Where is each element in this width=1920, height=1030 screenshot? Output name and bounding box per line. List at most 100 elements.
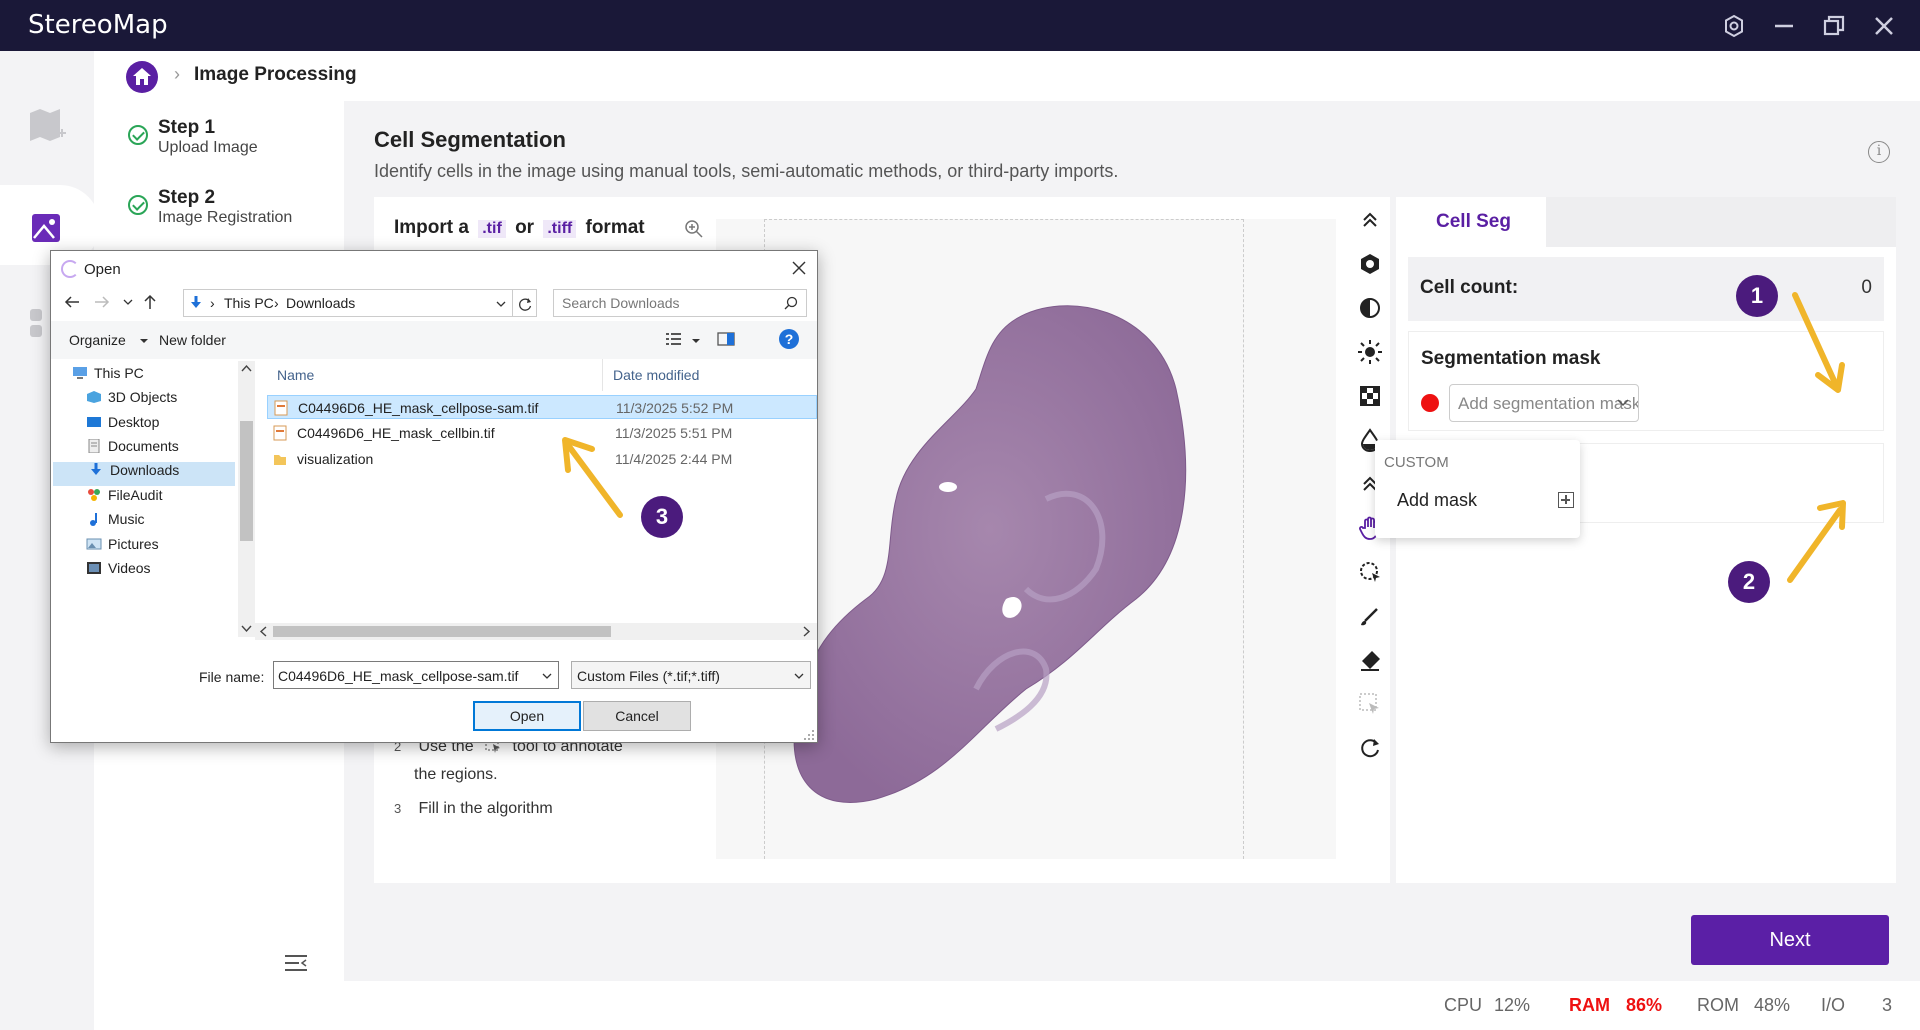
refresh-button[interactable] — [513, 289, 537, 317]
address-segment[interactable]: Downloads — [286, 295, 355, 311]
address-segment[interactable]: This PC — [224, 295, 274, 311]
close-icon[interactable] — [1870, 12, 1898, 40]
nav-documents[interactable]: Documents — [86, 438, 179, 462]
info-icon[interactable]: i — [1868, 141, 1890, 163]
new-folder-button[interactable]: New folder — [159, 332, 226, 348]
tif-file-icon — [273, 425, 287, 441]
recent-locations-icon[interactable] — [119, 293, 137, 311]
minimize-icon[interactable] — [1770, 12, 1798, 40]
settings-icon[interactable] — [1720, 12, 1748, 40]
nav-3d-objects[interactable]: 3D Objects — [86, 389, 177, 413]
resize-grip-icon[interactable] — [803, 729, 815, 741]
file-name-input[interactable]: C04496D6_HE_mask_cellpose-sam.tif — [273, 661, 559, 689]
file-type-select[interactable]: Custom Files (*.tif;*.tiff) — [571, 661, 811, 689]
restore-icon[interactable] — [1820, 12, 1848, 40]
scroll-down-icon[interactable] — [241, 625, 252, 633]
tab-cell-seg[interactable]: Cell Seg — [1396, 197, 1546, 247]
file-row[interactable]: C04496D6_HE_mask_cellpose-sam.tif 11/3/2… — [267, 395, 817, 419]
step-subtitle: Image Registration — [158, 209, 293, 226]
chevron-down-icon[interactable] — [542, 671, 552, 681]
nav-music[interactable]: Music — [86, 511, 145, 535]
scroll-up-icon[interactable] — [241, 364, 252, 372]
lasso-select-icon[interactable] — [1357, 559, 1383, 585]
region-select-icon[interactable] — [1357, 691, 1383, 717]
column-label: Name — [277, 367, 315, 383]
file-row[interactable]: visualization 11/4/2025 2:44 PM — [267, 447, 817, 471]
file-name: visualization — [297, 451, 374, 467]
brightness-icon[interactable] — [1357, 339, 1383, 365]
annotation-marker-1: 1 — [1736, 275, 1778, 317]
ram-value: 86% — [1626, 995, 1663, 1015]
cancel-button[interactable]: Cancel — [583, 701, 691, 731]
refresh-icon — [519, 298, 532, 311]
nav-this-pc[interactable]: This PC — [72, 365, 144, 389]
reset-icon[interactable] — [1357, 735, 1383, 761]
nav-pictures[interactable]: Pictures — [86, 536, 159, 560]
preview-pane-icon[interactable] — [717, 331, 735, 347]
import-suffix: format — [585, 217, 645, 238]
open-button[interactable]: Open — [473, 701, 581, 731]
dialog-close-icon[interactable] — [789, 258, 809, 278]
image-processing-icon[interactable] — [24, 206, 68, 250]
search-downloads-input[interactable]: Search Downloads — [553, 289, 807, 317]
contrast-icon[interactable] — [1357, 295, 1383, 321]
tif-file-icon — [274, 400, 288, 416]
view-options-icon[interactable] — [665, 331, 683, 347]
organize-menu[interactable]: Organize — [69, 332, 126, 348]
dropdown-category: CUSTOM — [1384, 454, 1449, 471]
documents-icon — [88, 439, 100, 453]
column-header-name[interactable]: Name — [267, 359, 603, 391]
collapse-menu-icon[interactable] — [284, 953, 308, 973]
nav-label: FileAudit — [108, 487, 163, 503]
address-bar[interactable]: › This PC › Downloads — [183, 289, 513, 317]
view-chevron-icon[interactable] — [691, 336, 701, 346]
app-loading-icon — [61, 260, 79, 278]
forward-arrow-icon[interactable] — [93, 293, 111, 311]
up-arrow-icon[interactable] — [141, 293, 159, 311]
file-hscrollbar[interactable] — [255, 623, 817, 640]
guide-step-3: 3 Fill in the algorithm — [394, 795, 656, 823]
ram-label: RAM — [1569, 995, 1610, 1015]
help-icon[interactable]: ? — [779, 329, 799, 349]
nav-desktop[interactable]: Desktop — [86, 414, 159, 438]
add-mask-item[interactable]: Add mask — [1397, 490, 1477, 511]
videos-icon — [87, 562, 101, 574]
channel-settings-icon[interactable] — [1357, 251, 1383, 277]
rom-label: ROM — [1697, 995, 1739, 1015]
file-row[interactable]: C04496D6_HE_mask_cellbin.tif 11/3/2025 5… — [267, 421, 817, 445]
nav-downloads[interactable]: Downloads — [53, 462, 235, 486]
file-name: C04496D6_HE_mask_cellpose-sam.tif — [298, 400, 539, 416]
next-button[interactable]: Next — [1691, 915, 1889, 965]
back-arrow-icon[interactable] — [63, 293, 81, 311]
scroll-thumb[interactable] — [273, 626, 611, 637]
status-bar: CPU 12% RAM 86% ROM 48% I/O 3 — [94, 981, 1920, 1030]
scroll-left-icon[interactable] — [259, 626, 267, 637]
downloads-icon — [91, 463, 101, 475]
scroll-thumb[interactable] — [240, 421, 253, 541]
command-bar: Organize New folder ? — [51, 321, 817, 359]
home-button[interactable] — [126, 61, 158, 93]
step-title: Step 1 — [158, 117, 216, 138]
navigation-row: › This PC › Downloads Search Downloads — [51, 287, 817, 321]
map-add-icon[interactable] — [24, 103, 68, 147]
scroll-right-icon[interactable] — [803, 626, 811, 637]
zoom-in-icon[interactable] — [684, 219, 704, 239]
music-icon — [90, 513, 97, 526]
select-placeholder: Add segmentation mask — [1458, 394, 1639, 413]
nav-videos[interactable]: Videos — [86, 560, 151, 584]
checkerboard-icon[interactable] — [1357, 383, 1383, 409]
annotation-marker-3: 3 — [641, 496, 683, 538]
chevron-down-icon[interactable] — [496, 299, 506, 309]
collapse-up-icon[interactable] — [1357, 207, 1383, 233]
nav-scrollbar[interactable] — [238, 361, 255, 637]
file-list: Name Date modified C04496D6_HE_mask_cell… — [255, 359, 817, 649]
nav-fileaudit[interactable]: FileAudit — [86, 487, 162, 511]
step-subtitle: Upload Image — [158, 139, 258, 156]
column-header-date[interactable]: Date modified — [603, 359, 817, 391]
mask-color-swatch[interactable] — [1421, 394, 1439, 412]
segmentation-mask-select[interactable]: Add segmentation mask — [1449, 384, 1639, 422]
cell-count-row: Cell count: 0 — [1408, 257, 1884, 321]
brush-icon[interactable] — [1357, 603, 1383, 629]
add-box-icon[interactable] — [1558, 492, 1574, 508]
eraser-icon[interactable] — [1357, 647, 1383, 673]
